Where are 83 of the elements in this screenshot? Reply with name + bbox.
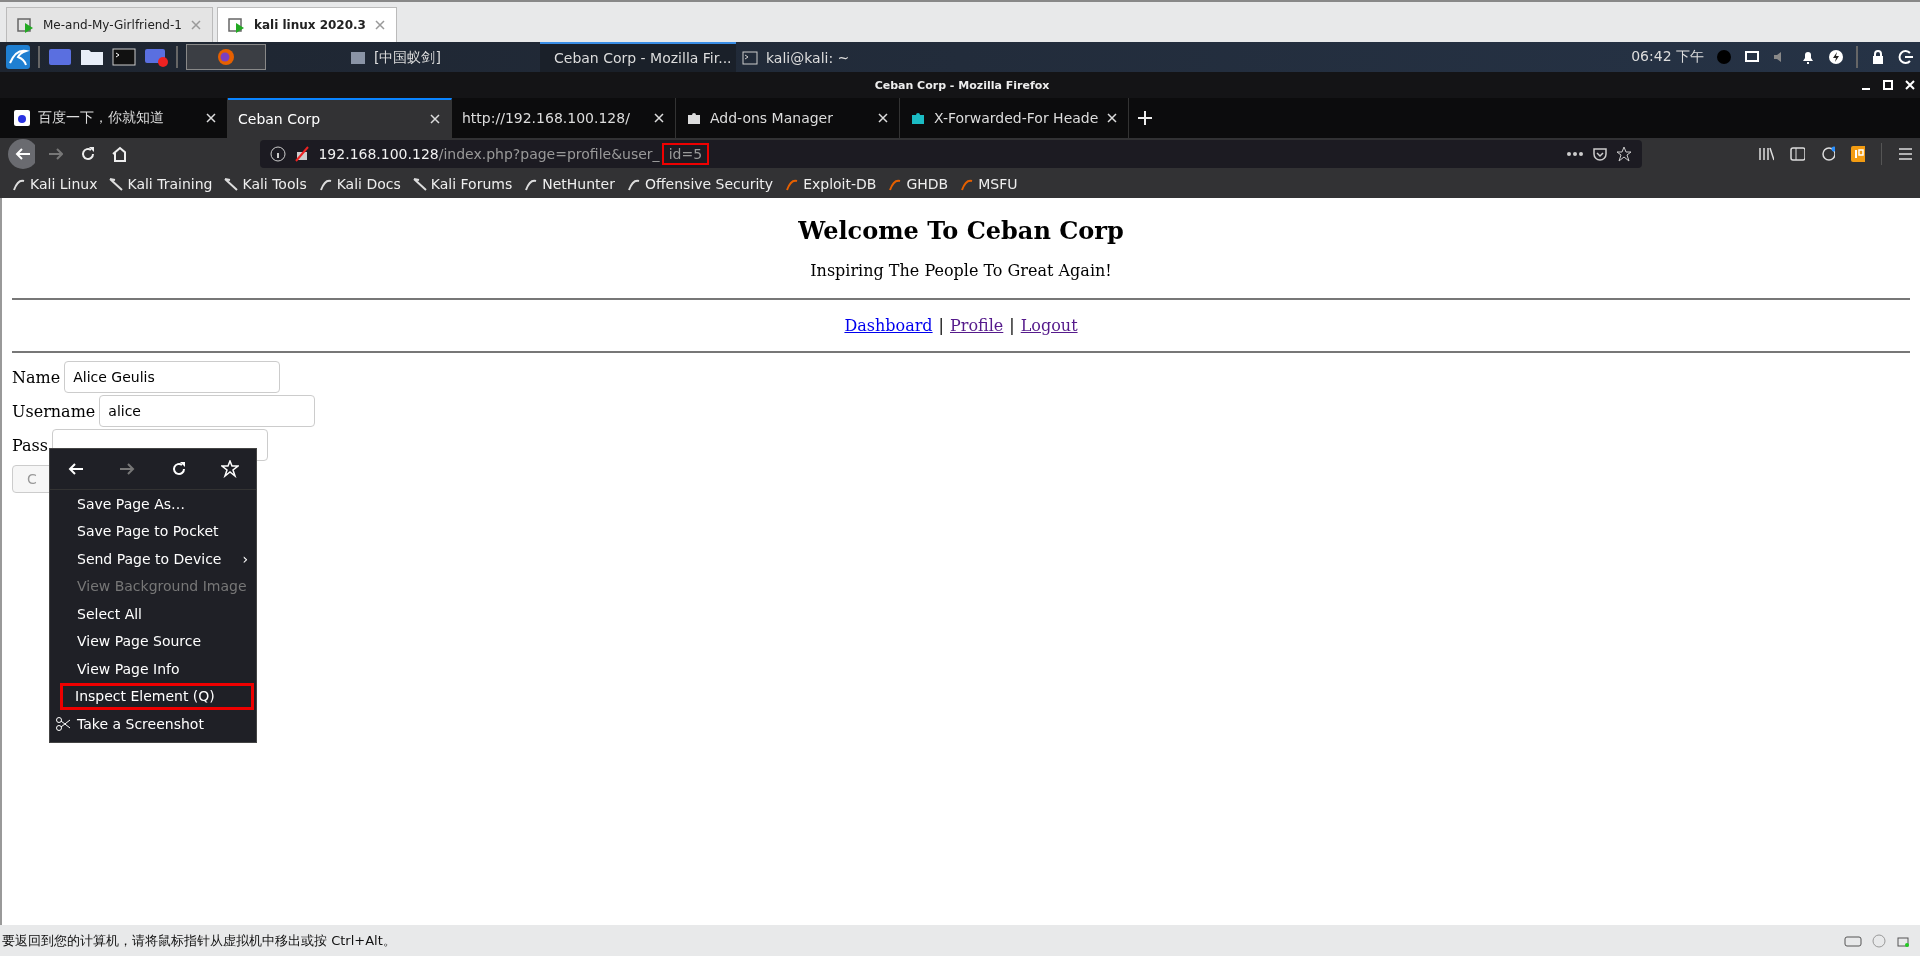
library-icon[interactable] xyxy=(1758,146,1775,162)
nav-link[interactable]: Profile xyxy=(950,316,1004,335)
dragon-logo-icon[interactable] xyxy=(6,45,30,69)
taskbar-window[interactable]: Ceban Corp - Mozilla Fir... xyxy=(540,42,736,72)
info-icon[interactable] xyxy=(270,146,287,162)
menu-item[interactable]: View Page Info xyxy=(50,655,256,683)
sidebar-icon[interactable] xyxy=(1790,146,1805,162)
terminal-icon xyxy=(742,51,758,65)
pocket-icon[interactable] xyxy=(1592,146,1609,162)
new-tab-icon[interactable] xyxy=(1137,110,1154,126)
bookmark-icon xyxy=(785,177,800,191)
address-bar[interactable]: 192.168.100.128/index.php?page=profile&user_ id=5 xyxy=(260,140,1643,168)
browser-tab[interactable]: Ceban Corp xyxy=(228,98,452,138)
folder-icon[interactable] xyxy=(80,47,104,67)
bell-icon[interactable] xyxy=(1800,49,1816,65)
bookmark-icon xyxy=(888,177,903,191)
star-icon[interactable] xyxy=(1616,146,1633,162)
vm-tab[interactable]: kali linux 2020.3 xyxy=(216,7,397,42)
separator: | xyxy=(938,316,944,335)
clock[interactable]: 06:42 下午 xyxy=(1631,48,1704,66)
bookmark-icon xyxy=(626,177,641,191)
vm-icon xyxy=(227,16,246,34)
bookmark[interactable]: Exploit-DB xyxy=(785,176,877,192)
menu-item[interactable]: Save Page to Pocket xyxy=(50,517,256,545)
bookmark[interactable]: Kali Linux xyxy=(12,176,98,192)
input-field[interactable]: alice xyxy=(99,395,316,427)
taskbar-button[interactable] xyxy=(186,44,266,70)
field-label: Pass xyxy=(12,435,48,455)
window-title: Ceban Corp - Mozilla Firefox xyxy=(873,78,1051,92)
window-icon xyxy=(350,51,366,65)
home-icon[interactable] xyxy=(110,145,127,163)
terminal-icon[interactable] xyxy=(112,47,136,67)
input-field[interactable]: Alice Geulis xyxy=(64,361,281,393)
vm-tab[interactable]: Me-and-My-Girlfriend-1 xyxy=(6,7,213,42)
status-dot-icon[interactable] xyxy=(1716,49,1732,65)
bookmark[interactable]: MSFU xyxy=(960,176,1018,192)
desktop-icon[interactable] xyxy=(48,47,72,67)
nav-link[interactable]: Logout xyxy=(1020,316,1078,335)
menu-icon[interactable] xyxy=(1897,147,1912,161)
firefox-icon xyxy=(217,48,235,66)
field-label: Username xyxy=(12,401,96,421)
menu-item[interactable]: View Page Source xyxy=(50,627,256,655)
separator: | xyxy=(1009,316,1015,335)
back-icon[interactable] xyxy=(8,139,35,169)
bookmark-icon xyxy=(318,177,333,191)
page-subtitle: Inspiring The People To Great Again! xyxy=(809,261,1113,280)
bookmark-icon xyxy=(109,177,124,191)
taskbar-window[interactable]: [中国蚁剑] xyxy=(344,42,540,72)
page-heading: Welcome To Ceban Corp xyxy=(797,216,1125,245)
bookmark[interactable]: Kali Training xyxy=(109,176,213,192)
menu-item[interactable]: Save Page As… xyxy=(50,490,256,518)
bookmark-icon xyxy=(224,177,239,191)
menu-item[interactable]: Select All xyxy=(50,600,256,628)
bookmark[interactable]: Offensive Security xyxy=(626,176,774,192)
bookmark[interactable]: Kali Docs xyxy=(318,176,401,192)
screen-record-icon[interactable] xyxy=(144,47,168,67)
menu-item[interactable]: Take a Screenshot xyxy=(50,710,256,738)
logout-icon[interactable] xyxy=(1898,49,1914,65)
bookmark[interactable]: Kali Forums xyxy=(412,176,513,192)
bookmark-icon xyxy=(12,177,26,191)
bookmark[interactable]: NetHunter xyxy=(524,176,615,192)
field-label: Name xyxy=(12,367,61,387)
maximize-icon[interactable] xyxy=(1882,79,1894,91)
bookmark[interactable]: GHDB xyxy=(888,176,949,192)
bookmark[interactable]: Kali Tools xyxy=(224,176,307,192)
scissors-icon xyxy=(55,715,71,732)
display-icon[interactable] xyxy=(1744,49,1760,65)
account-icon[interactable] xyxy=(1820,146,1835,162)
menu-item[interactable]: Inspect Element (Q) xyxy=(60,682,254,710)
bookmark-icon xyxy=(960,177,975,191)
url-text: 192.168.100.128/index.php?page=profile&user_ id=5 xyxy=(318,146,707,162)
menu-item[interactable]: Send Page to Device › xyxy=(50,545,256,573)
insecure-lock-icon[interactable] xyxy=(294,146,311,162)
lock-icon[interactable] xyxy=(1870,49,1886,65)
taskbar-window[interactable]: kali@kali: ~ xyxy=(736,42,932,72)
more-icon[interactable] xyxy=(1566,151,1585,157)
bookmark-icon xyxy=(412,177,427,191)
ip-extension-icon[interactable] xyxy=(1850,146,1865,162)
vm-icon xyxy=(17,16,35,34)
bookmark-icon xyxy=(524,177,539,191)
status-message: 要返回到您的计算机，请将鼠标指针从虚拟机中移出或按 Ctrl+Alt。 xyxy=(2,931,396,950)
nav-link[interactable]: Dashboard xyxy=(844,316,933,335)
power-icon[interactable] xyxy=(1828,49,1844,65)
